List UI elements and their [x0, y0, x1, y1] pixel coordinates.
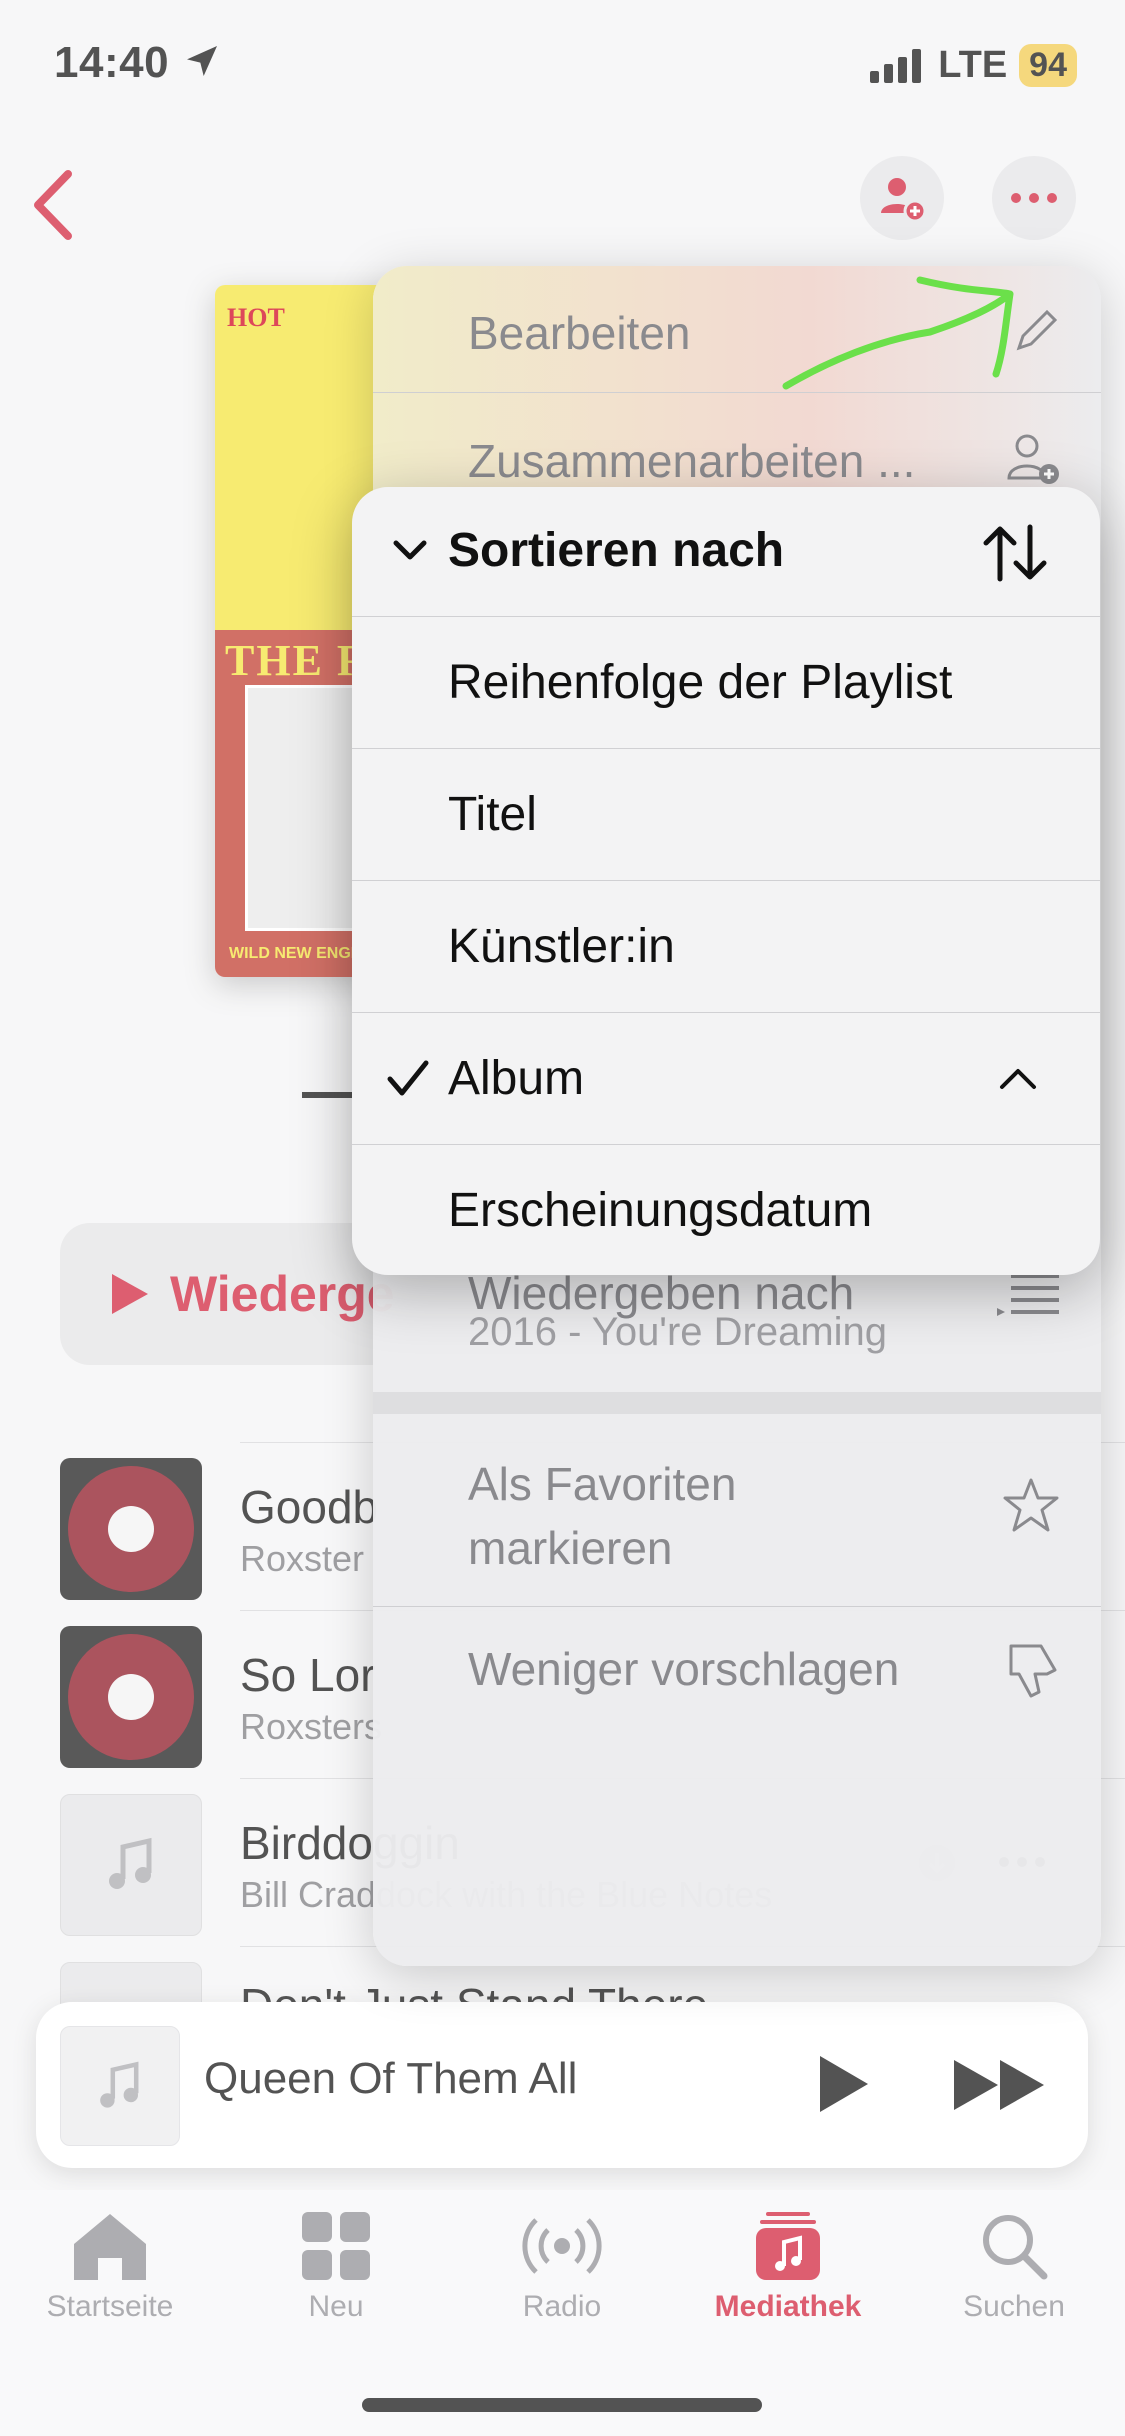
- sort-option-label: Erscheinungsdatum: [448, 1184, 873, 1237]
- sort-menu-title: Sortieren nach: [448, 524, 785, 577]
- chevron-up-icon: [1000, 1069, 1036, 1089]
- sort-option[interactable]: Erscheinungsdatum: [352, 1145, 1100, 1275]
- sort-option[interactable]: Titel: [352, 749, 1100, 881]
- star-icon: [1003, 1478, 1059, 1532]
- thumbs-down-icon: [1009, 1644, 1057, 1698]
- annotation-arrow: [782, 276, 1014, 390]
- queue-icon: [997, 1274, 1059, 1316]
- menu-item-play-next-subtitle: 2016 - You're Dreaming: [468, 1310, 888, 1354]
- sort-arrows-icon: [983, 524, 1047, 582]
- menu-item-favorite[interactable]: Als Favoriten markieren: [468, 1452, 736, 1580]
- person-add-icon: [1007, 434, 1059, 484]
- sort-option-label: Künstler:in: [448, 920, 675, 973]
- menu-item-edit[interactable]: Bearbeiten: [468, 306, 691, 360]
- menu-item-favorite-line1: Als Favoriten: [468, 1458, 737, 1510]
- sort-option-label: Album: [448, 1052, 585, 1105]
- menu-item-suggest-less[interactable]: Weniger vorschlagen: [468, 1642, 899, 1696]
- menu-item-collaborate[interactable]: Zusammenarbeiten ...: [468, 434, 915, 488]
- chevron-down-icon: [393, 540, 427, 560]
- sort-menu: Sortieren nach Reihenfolge der Playlist …: [352, 487, 1100, 1275]
- sort-option-selected[interactable]: Album: [352, 1013, 1100, 1145]
- checkmark-icon: [387, 1060, 429, 1096]
- sort-option-label: Reihenfolge der Playlist: [448, 656, 953, 709]
- sort-menu-header[interactable]: Sortieren nach: [352, 487, 1100, 617]
- menu-item-favorite-line2: markieren: [468, 1522, 673, 1574]
- sort-option[interactable]: Künstler:in: [352, 881, 1100, 1013]
- sort-option-label: Titel: [448, 788, 537, 841]
- sort-option[interactable]: Reihenfolge der Playlist: [352, 617, 1100, 749]
